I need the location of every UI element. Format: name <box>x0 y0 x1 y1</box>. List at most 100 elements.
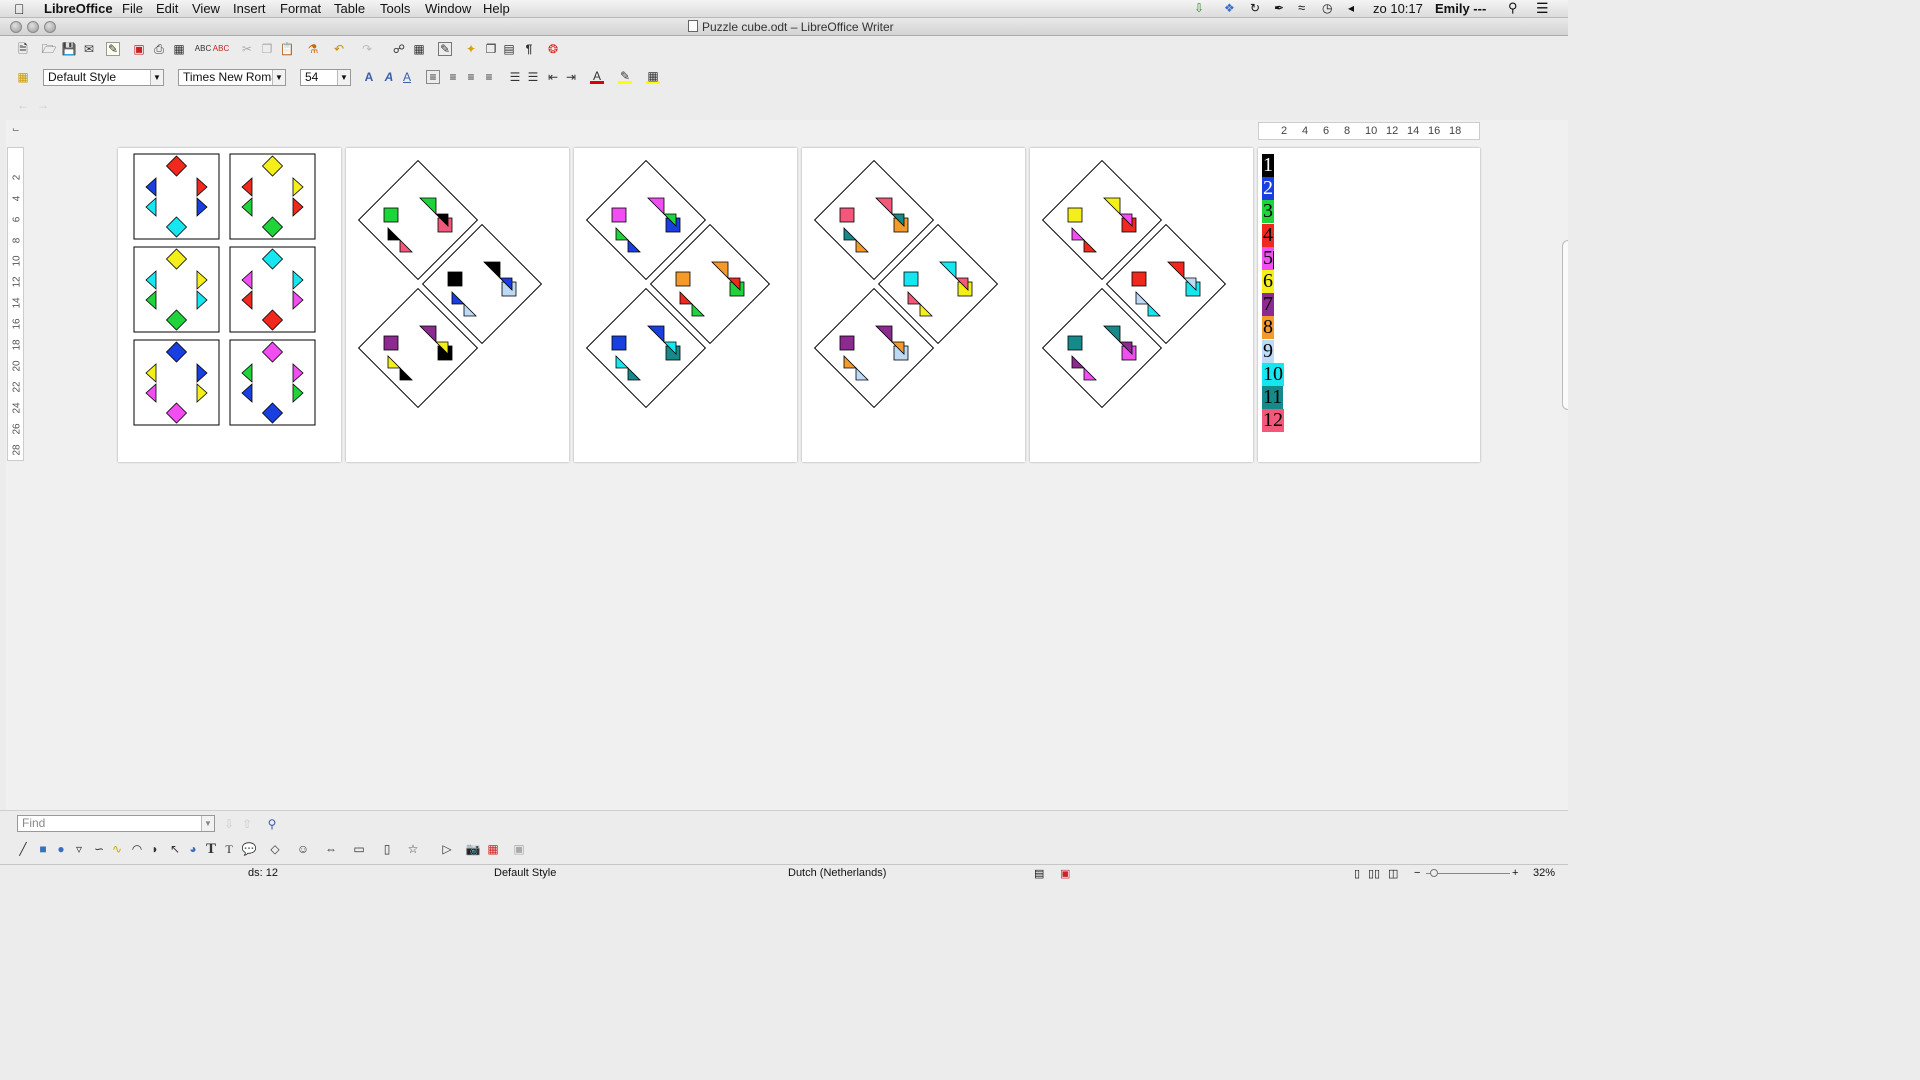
italic-icon[interactable]: A <box>382 70 396 84</box>
print-icon[interactable]: ⎙ <box>152 42 166 56</box>
find-input[interactable]: Find ▼ <box>17 815 215 832</box>
redo-icon[interactable]: ↷ <box>360 42 374 56</box>
data-sources-icon[interactable]: ▤ <box>502 42 516 56</box>
points-icon[interactable]: ▷ <box>440 842 454 856</box>
forward-arrow-icon[interactable]: → <box>36 98 50 112</box>
page-4[interactable] <box>802 148 1025 462</box>
from-file-icon[interactable]: 📷 <box>466 842 481 856</box>
book-view-icon[interactable]: ◫ <box>1388 867 1398 880</box>
ellipse-pie-icon[interactable]: ◗ <box>148 842 162 856</box>
callout-icon[interactable]: 💬 <box>242 842 257 856</box>
stars-icon[interactable]: ☆ <box>406 842 420 856</box>
gallery-icon[interactable]: ❐ <box>484 42 498 56</box>
ellipse-icon[interactable]: ● <box>54 842 68 856</box>
color-number-6[interactable]: 6 <box>1262 270 1274 293</box>
page-3[interactable] <box>574 148 797 462</box>
time-machine-icon[interactable]: ◷ <box>1322 1 1332 15</box>
navigator-icon[interactable]: ✦ <box>464 42 478 56</box>
notification-list-icon[interactable]: ☰ <box>1536 0 1549 17</box>
chevron-down-icon[interactable]: ▼ <box>337 70 350 85</box>
help-icon[interactable]: ❂ <box>546 42 560 56</box>
page-6[interactable] <box>1258 148 1480 462</box>
select-arrow-icon[interactable]: ↖ <box>168 842 182 856</box>
highlighting-icon[interactable]: ✎ <box>618 69 632 84</box>
dropbox-icon[interactable]: ❖ <box>1224 1 1235 15</box>
justify-icon[interactable]: ≡ <box>482 70 496 84</box>
menu-table[interactable]: Table <box>334 1 365 17</box>
language-status[interactable]: Dutch (Netherlands) <box>788 867 886 879</box>
color-number-2[interactable]: 2 <box>1262 177 1274 201</box>
zoom-level[interactable]: 32% <box>1533 867 1555 879</box>
close-window-button[interactable] <box>10 21 22 33</box>
undo-icon[interactable]: ↶ <box>332 42 346 56</box>
menu-insert[interactable]: Insert <box>233 1 266 17</box>
vertical-ruler[interactable]: 2 4 6 8 10 12 14 16 18 20 22 24 26 28 <box>7 147 24 461</box>
page-2[interactable] <box>346 148 569 462</box>
multi-page-view-icon[interactable]: ▯▯ <box>1368 867 1380 880</box>
paragraph-style-select[interactable]: Default Style ▼ <box>43 69 164 86</box>
color-number-11[interactable]: 11 <box>1262 386 1284 409</box>
freeform-icon[interactable]: ∿ <box>110 842 124 856</box>
page-1[interactable] <box>118 148 341 462</box>
color-number-3[interactable]: 3 <box>1262 200 1274 224</box>
spellcheck-icon[interactable]: ABC <box>195 42 211 56</box>
menu-view[interactable]: View <box>192 1 220 17</box>
zoom-in-icon[interactable]: + <box>1512 867 1518 879</box>
sync-icon[interactable]: ↻ <box>1250 1 1260 15</box>
chevron-down-icon[interactable]: ▼ <box>272 70 285 85</box>
symbol-shapes-icon[interactable]: ☺ <box>296 842 310 856</box>
pen-icon[interactable]: ✒ <box>1274 1 1284 15</box>
curve-icon[interactable]: ∽ <box>92 842 106 856</box>
scrollbar-handle[interactable] <box>1562 240 1568 410</box>
callouts-icon[interactable]: ▯ <box>380 842 394 856</box>
menu-help[interactable]: Help <box>483 1 510 17</box>
font-color-icon[interactable]: A <box>590 69 604 84</box>
word-count[interactable]: ds: 12 <box>248 867 278 879</box>
bold-icon[interactable]: A <box>362 70 376 84</box>
flowchart-icon[interactable]: ▭ <box>352 842 366 856</box>
clock[interactable]: zo 10:17 <box>1373 1 1423 17</box>
zoom-window-button[interactable] <box>44 21 56 33</box>
email-icon[interactable]: ✉ <box>82 42 96 56</box>
increase-indent-icon[interactable]: ⇥ <box>564 70 578 84</box>
hyperlink-icon[interactable]: ☍ <box>392 42 406 56</box>
find-replace-icon[interactable]: ⚲ <box>265 817 279 831</box>
formatting-marks-icon[interactable]: ¶ <box>522 42 536 56</box>
menu-file[interactable]: File <box>122 1 143 17</box>
menu-format[interactable]: Format <box>280 1 321 17</box>
horizontal-ruler[interactable]: 2 4 6 8 10 12 14 16 18 <box>1258 122 1480 140</box>
autospell-icon[interactable]: ABC <box>213 42 229 56</box>
new-document-icon[interactable]: 🗎 <box>16 42 30 56</box>
numbering-icon[interactable]: ☰ <box>508 70 522 84</box>
volume-icon[interactable]: ◂ <box>1348 1 1354 15</box>
color-number-4[interactable]: 4 <box>1262 223 1274 247</box>
fit-text-icon[interactable]: T <box>222 842 236 856</box>
back-arrow-icon[interactable]: ← <box>16 98 30 112</box>
bullets-icon[interactable]: ☰ <box>526 70 540 84</box>
zoom-out-icon[interactable]: − <box>1414 867 1420 879</box>
menu-window[interactable]: Window <box>425 1 471 17</box>
selection-mode-icon[interactable]: ▤ <box>1034 867 1044 880</box>
arc-icon[interactable]: ◠ <box>130 842 144 856</box>
block-arrows-icon[interactable]: ⇔ <box>324 842 338 856</box>
fontwork-icon[interactable]: ▦ <box>486 842 500 856</box>
decrease-indent-icon[interactable]: ⇤ <box>546 70 560 84</box>
menu-tools[interactable]: Tools <box>380 1 410 17</box>
page-style-status[interactable]: Default Style <box>494 867 556 879</box>
save-icon[interactable]: 💾 <box>62 42 77 56</box>
clone-format-icon[interactable]: ⚗ <box>306 42 320 56</box>
color-number-7[interactable]: 7 <box>1262 293 1274 317</box>
color-number-12[interactable]: 12 <box>1262 409 1284 433</box>
find-previous-icon[interactable]: ⇩ <box>222 817 236 831</box>
search-icon[interactable]: ⚲ <box>1508 0 1518 16</box>
menu-edit[interactable]: Edit <box>156 1 178 17</box>
background-color-icon[interactable]: ▦ <box>646 69 660 84</box>
open-icon[interactable]: 🗁 <box>42 42 57 56</box>
chevron-down-icon[interactable]: ▼ <box>150 70 163 85</box>
document-modified-icon[interactable]: ▣ <box>1060 867 1070 880</box>
align-left-icon[interactable]: ≡ <box>426 70 440 84</box>
align-right-icon[interactable]: ≡ <box>464 70 478 84</box>
paste-icon[interactable]: 📋 <box>280 42 295 56</box>
chevron-down-icon[interactable]: ▼ <box>201 816 214 831</box>
copy-icon[interactable]: ❐ <box>260 42 274 56</box>
